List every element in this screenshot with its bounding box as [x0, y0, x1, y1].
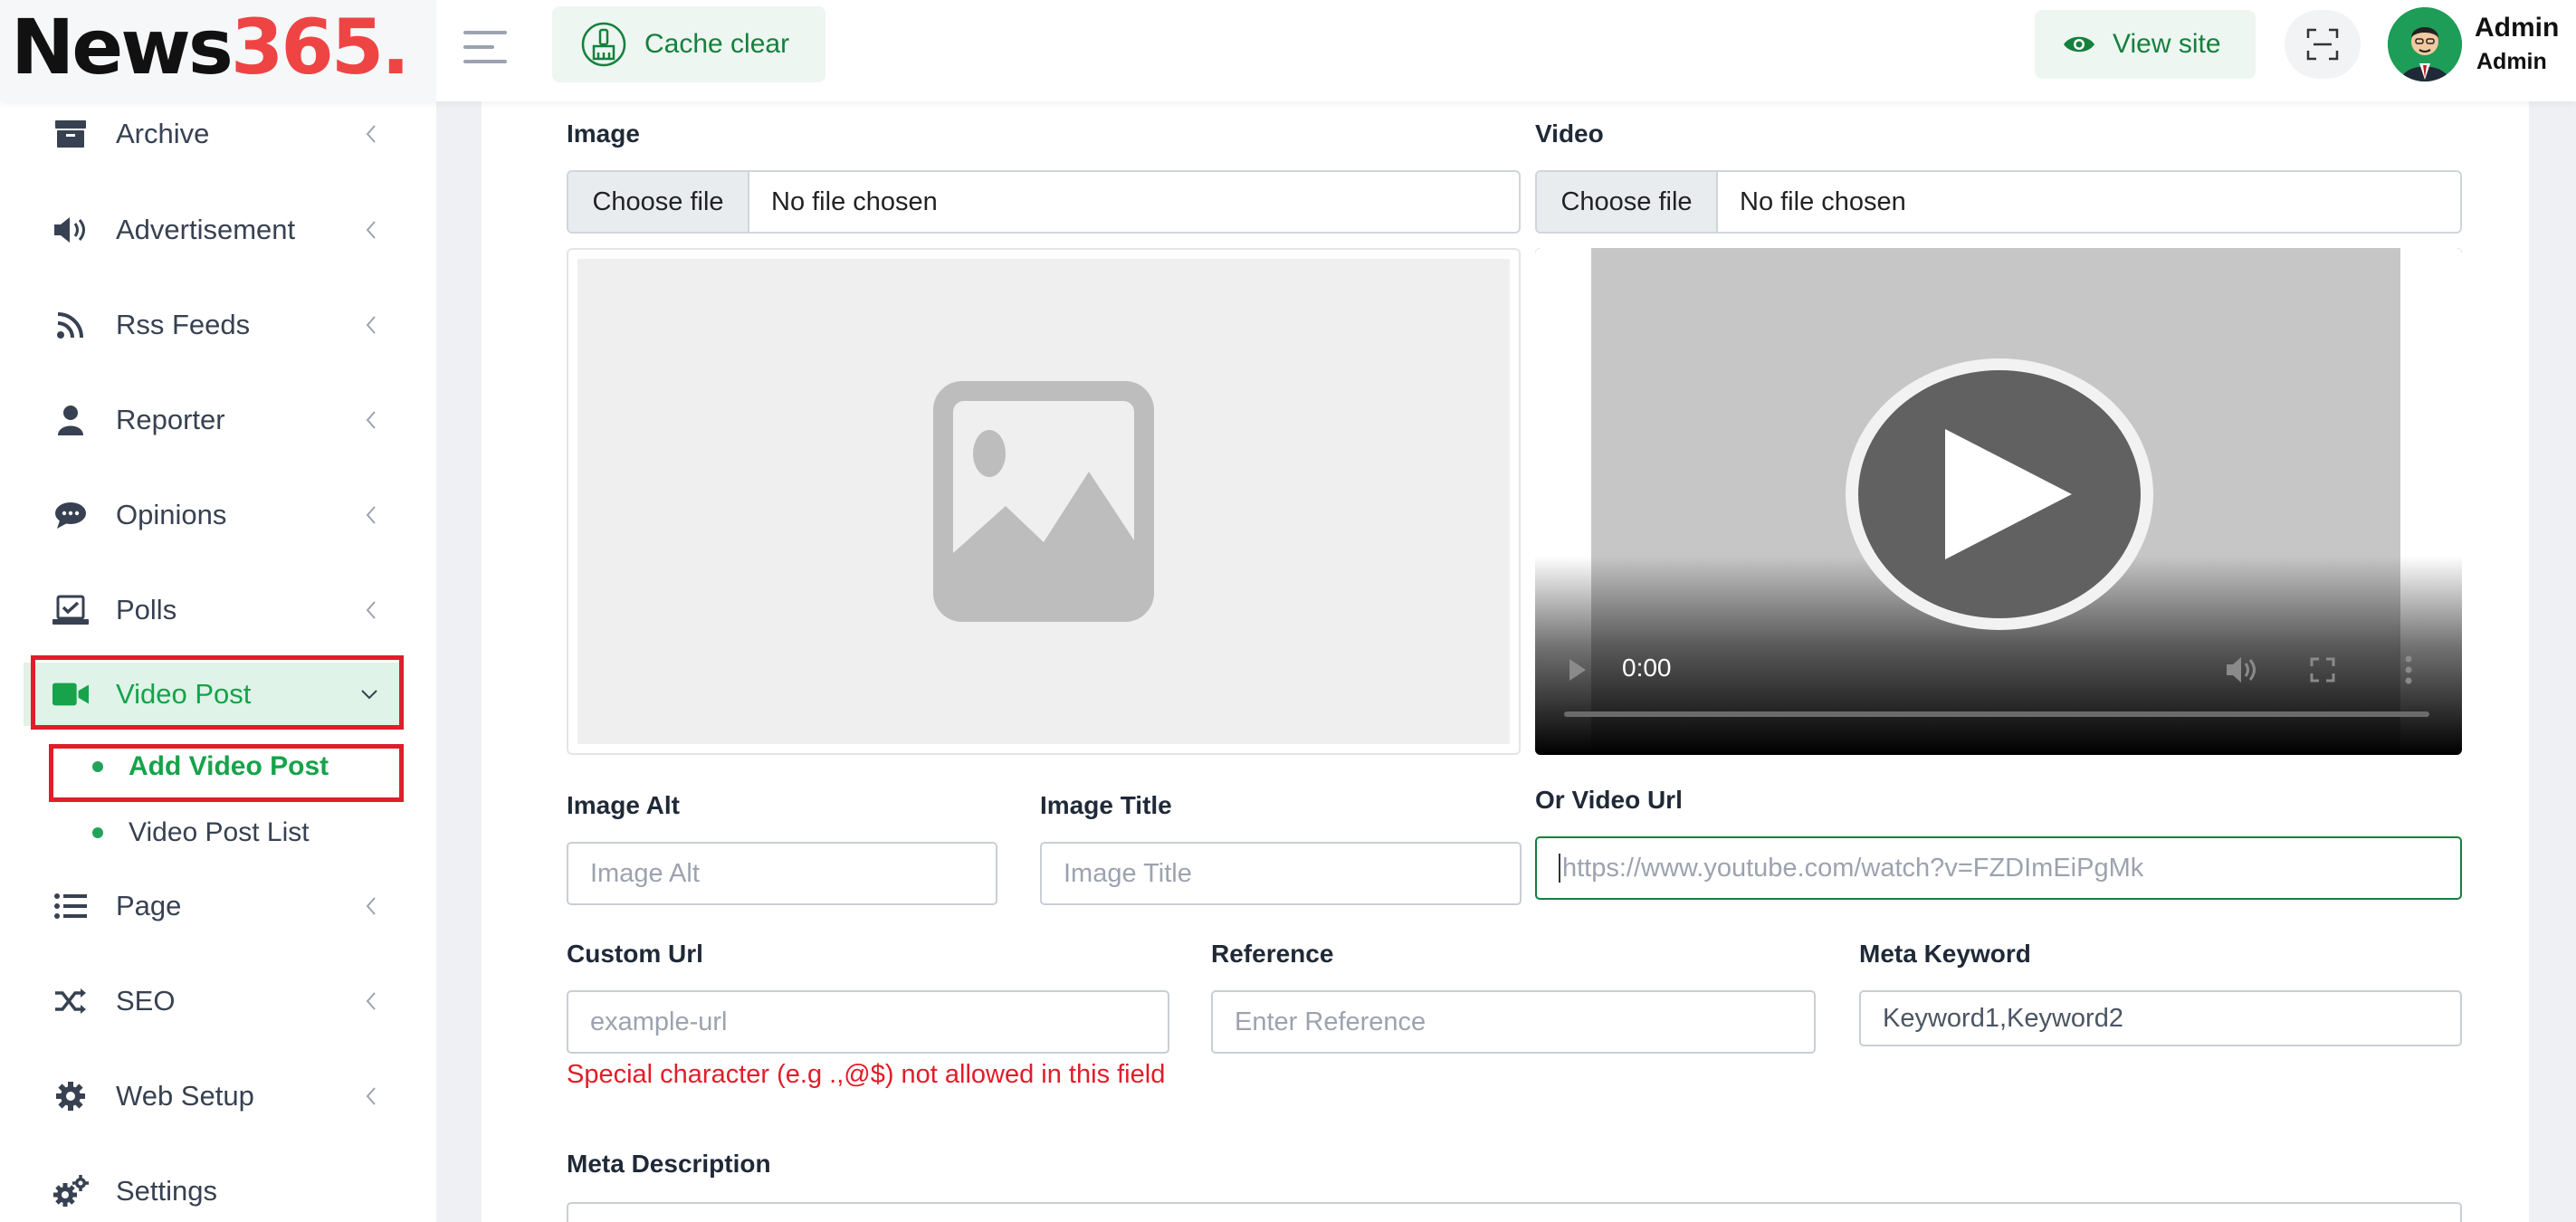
meta-description-label: Meta Description	[567, 1150, 771, 1178]
reference-input[interactable]: Enter Reference	[1211, 990, 1816, 1054]
image-label: Image	[567, 119, 640, 148]
form-card: Image Choose file No file chosen Video C…	[482, 101, 2529, 1222]
video-url-placeholder: https://www.youtube.com/watch?v=FZDImEiP…	[1562, 853, 2144, 883]
custom-url-error: Special character (e.g .,@$) not allowed…	[567, 1060, 1166, 1089]
sidebar-item-label: Page	[116, 890, 182, 921]
video-progress-bar[interactable]	[1564, 711, 2429, 717]
cache-clear-button[interactable]: Cache clear	[552, 6, 825, 82]
video-file-status: No file chosen	[1740, 186, 1906, 216]
top-header: News365. Cache clear View site Admin Adm…	[0, 0, 2576, 101]
video-file-input[interactable]: Choose file No file chosen	[1535, 170, 2462, 234]
video-choose-file-button[interactable]: Choose file	[1537, 172, 1718, 232]
chevron-left-icon	[366, 992, 376, 1010]
video-url-input[interactable]: https://www.youtube.com/watch?v=FZDImEiP…	[1535, 836, 2462, 900]
chevron-left-icon	[366, 411, 376, 429]
image-alt-input[interactable]: Image Alt	[567, 842, 997, 905]
list-icon	[52, 888, 89, 924]
more-options-icon[interactable]	[2404, 655, 2413, 684]
sidebar-item-label: Rss Feeds	[116, 309, 251, 340]
image-file-input[interactable]: Choose file No file chosen	[567, 170, 1521, 234]
view-site-button[interactable]: View site	[2035, 10, 2256, 79]
eye-icon	[2064, 36, 2094, 53]
chevron-left-icon	[366, 221, 376, 239]
video-time: 0:00	[1622, 654, 1672, 682]
highlight-box	[49, 744, 404, 802]
sidebar-subitem-label: Video Post List	[129, 817, 310, 847]
reference-label: Reference	[1211, 940, 1334, 968]
meta-keyword-label: Meta Keyword	[1859, 940, 2031, 968]
chevron-left-icon	[366, 897, 376, 915]
meta-description-textarea[interactable]	[567, 1202, 2462, 1222]
cache-clear-label: Cache clear	[644, 29, 790, 59]
bullet-dot	[92, 827, 103, 838]
menu-toggle-icon[interactable]	[463, 31, 507, 67]
sidebar-item-label: Polls	[116, 594, 177, 625]
sidebar-item-archive[interactable]: Archive	[0, 96, 436, 172]
play-overlay-icon[interactable]	[1832, 358, 2167, 630]
video-player[interactable]: 0:00	[1535, 248, 2462, 755]
avatar[interactable]	[2388, 7, 2462, 81]
rss-icon	[52, 307, 89, 343]
gear-icon	[52, 1078, 89, 1114]
sidebar-item-rss-feeds[interactable]: Rss Feeds	[0, 287, 436, 363]
sidebar-item-page[interactable]: Page	[0, 868, 436, 944]
comments-icon	[52, 497, 89, 533]
sidebar-item-label: Archive	[116, 118, 210, 149]
sidebar-item-label: Web Setup	[116, 1080, 254, 1112]
volume-icon[interactable]	[2225, 655, 2257, 684]
fullscreen-button[interactable]	[2285, 10, 2361, 79]
archive-icon	[52, 116, 89, 152]
sidebar: Archive Advertisement Rss Feeds Reporter…	[0, 101, 436, 1222]
chevron-left-icon	[366, 125, 376, 143]
view-site-label: View site	[2113, 29, 2221, 59]
image-placeholder-icon	[933, 381, 1154, 622]
user-role: Admin	[2476, 49, 2547, 74]
sidebar-item-label: Advertisement	[116, 214, 296, 245]
logo[interactable]: News365.	[11, 4, 410, 91]
image-alt-label: Image Alt	[567, 791, 680, 819]
text-cursor	[1559, 854, 1560, 883]
sidebar-item-label: Reporter	[116, 404, 225, 435]
meta-keyword-input[interactable]: Keyword1,Keyword2	[1859, 990, 2462, 1046]
image-file-status: No file chosen	[771, 186, 938, 216]
fullscreen-icon[interactable]	[2310, 657, 2335, 683]
poll-icon	[52, 592, 89, 628]
image-preview	[567, 248, 1521, 755]
play-icon[interactable]	[1568, 657, 1588, 683]
image-title-input[interactable]: Image Title	[1040, 842, 1522, 905]
sidebar-item-web-setup[interactable]: Web Setup	[0, 1058, 436, 1134]
video-label: Video	[1535, 119, 1604, 148]
image-title-label: Image Title	[1040, 791, 1172, 819]
megaphone-icon	[52, 212, 89, 248]
custom-url-input[interactable]: example-url	[567, 990, 1169, 1054]
sidebar-item-reporter[interactable]: Reporter	[0, 382, 436, 458]
video-url-label: Or Video Url	[1535, 786, 1683, 814]
shuffle-icon	[52, 983, 89, 1019]
chevron-left-icon	[366, 506, 376, 524]
sidebar-item-advertisement[interactable]: Advertisement	[0, 192, 436, 268]
sidebar-item-seo[interactable]: SEO	[0, 963, 436, 1039]
sidebar-item-opinions[interactable]: Opinions	[0, 477, 436, 553]
logo-area: News365.	[0, 0, 436, 101]
image-choose-file-button[interactable]: Choose file	[568, 172, 749, 232]
chevron-left-icon	[366, 601, 376, 619]
user-icon	[52, 402, 89, 438]
sidebar-item-polls[interactable]: Polls	[0, 572, 436, 648]
chevron-left-icon	[366, 1087, 376, 1105]
chevron-left-icon	[366, 316, 376, 334]
user-name: Admin	[2475, 13, 2560, 43]
sidebar-item-settings[interactable]: Settings	[0, 1153, 436, 1222]
sidebar-item-label: SEO	[116, 985, 176, 1017]
sidebar-item-label: Settings	[116, 1175, 218, 1207]
highlight-box	[31, 655, 404, 730]
fullscreen-icon	[2306, 28, 2339, 61]
gears-icon	[52, 1173, 89, 1209]
sidebar-item-label: Opinions	[116, 499, 227, 530]
sidebar-subitem-video-post-list[interactable]: Video Post List	[0, 807, 436, 858]
broom-icon	[581, 22, 626, 67]
custom-url-label: Custom Url	[567, 940, 703, 968]
